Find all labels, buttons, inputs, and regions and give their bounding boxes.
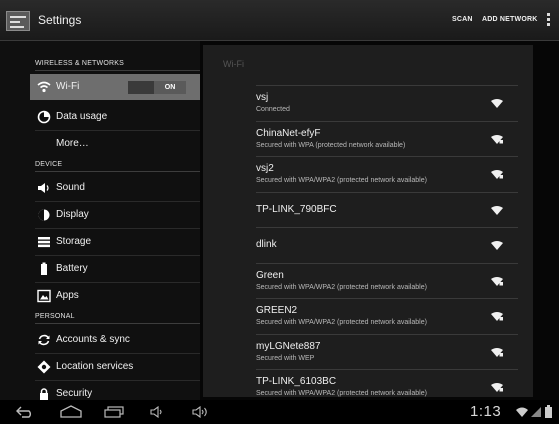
settings-sidebar: WIRELESS & NETWORKS Wi-Fi ON Data usage … xyxy=(0,41,200,400)
section-header-wireless: WIRELESS & NETWORKS xyxy=(35,60,124,67)
sidebar-item-location[interactable]: Location services xyxy=(30,354,200,380)
network-name: myLGNete887 xyxy=(256,340,321,352)
add-network-button[interactable]: ADD NETWORK xyxy=(482,16,537,23)
sidebar-item-apps[interactable]: Apps xyxy=(30,283,200,309)
sidebar-item-label: Location services xyxy=(56,361,134,372)
scan-button[interactable]: SCAN xyxy=(452,16,473,23)
wifi-status-icon xyxy=(516,407,528,417)
apps-icon xyxy=(37,289,51,303)
section-header-device: DEVICE xyxy=(35,161,63,168)
network-name: TP-LINK_790BFC xyxy=(256,203,337,215)
data-usage-icon xyxy=(37,110,51,124)
clock: 1:13 xyxy=(470,403,502,420)
page-title: Settings xyxy=(38,13,82,27)
sidebar-item-label: Storage xyxy=(56,236,92,247)
network-status: Secured with WPA (protected network avai… xyxy=(256,141,406,149)
back-icon[interactable] xyxy=(16,406,34,418)
wifi-network-row[interactable]: vsj2 Secured with WPA/WPA2 (protected net… xyxy=(256,156,518,191)
panel-title: Wi-Fi xyxy=(223,59,244,69)
system-nav-bar: 1:13 xyxy=(0,400,559,424)
sync-icon xyxy=(38,334,50,346)
network-name: ChinaNet-efyF xyxy=(256,127,321,139)
sidebar-item-sound[interactable]: Sound xyxy=(30,175,200,201)
battery-status-icon xyxy=(545,405,552,418)
storage-icon xyxy=(38,237,50,248)
network-name: vsj2 xyxy=(256,163,274,174)
wifi-signal-locked-icon xyxy=(491,347,503,357)
network-status: Secured with WEP xyxy=(256,354,315,362)
wifi-network-row[interactable]: myLGNete887 Secured with WEP xyxy=(256,334,518,369)
network-name: Green xyxy=(256,269,284,281)
sidebar-item-more[interactable]: More… xyxy=(30,131,200,157)
battery-icon xyxy=(41,262,47,275)
wifi-network-row[interactable]: TP-LINK_6103BC Secured with WPA/WPA2 (pro… xyxy=(256,369,518,397)
network-status: Secured with WPA/WPA2 (protected network… xyxy=(256,283,427,291)
wifi-signal-locked-icon xyxy=(491,312,503,321)
sidebar-item-accounts-sync[interactable]: Accounts & sync xyxy=(30,327,200,353)
sidebar-item-label: Data usage xyxy=(56,111,108,122)
wifi-signal-locked-icon xyxy=(491,170,503,179)
sound-icon xyxy=(38,183,49,193)
sidebar-item-label: Display xyxy=(56,209,89,220)
sidebar-item-battery[interactable]: Battery xyxy=(30,256,200,282)
wifi-network-row[interactable]: GREEN2 Secured with WPA/WPA2 (protected n… xyxy=(256,298,518,333)
display-icon xyxy=(38,209,50,221)
home-icon[interactable] xyxy=(60,405,82,418)
wifi-signal-locked-icon xyxy=(491,276,503,286)
location-icon xyxy=(37,360,51,374)
overflow-menu-icon[interactable] xyxy=(547,13,550,28)
sidebar-item-wifi[interactable]: Wi-Fi ON xyxy=(30,74,200,100)
wifi-signal-locked-icon xyxy=(491,134,503,144)
sidebar-item-security[interactable]: Security xyxy=(30,381,200,400)
sidebar-item-label: Wi-Fi xyxy=(56,81,80,92)
wifi-signal-locked-icon xyxy=(491,383,503,392)
wifi-toggle-state: ON xyxy=(154,81,186,94)
wifi-network-row[interactable]: dlink xyxy=(256,227,518,262)
wifi-signal-icon xyxy=(491,205,503,215)
network-status: Secured with WPA/WPA2 (protected network… xyxy=(256,177,427,184)
sidebar-item-label: Sound xyxy=(56,182,85,193)
network-name: TP-LINK_6103BC xyxy=(256,376,337,387)
section-header-personal: PERSONAL xyxy=(35,313,75,320)
sidebar-item-display[interactable]: Display xyxy=(30,202,200,228)
lock-icon xyxy=(40,388,48,400)
wifi-network-row[interactable]: ChinaNet-efyF Secured with WPA (protected… xyxy=(256,121,518,156)
network-name: dlink xyxy=(256,239,277,250)
network-status: Secured with WPA/WPA2 (protected network… xyxy=(256,390,427,397)
sidebar-item-label: Accounts & sync xyxy=(56,334,130,345)
wifi-icon xyxy=(37,81,51,93)
wifi-network-row[interactable]: Green Secured with WPA/WPA2 (protected ne… xyxy=(256,263,518,298)
network-status: Secured with WPA/WPA2 (protected network… xyxy=(256,319,427,326)
wifi-network-panel: Wi-Fi vsj Connected ChinaNet-efyF Secured w… xyxy=(203,45,533,397)
wifi-signal-icon xyxy=(491,99,503,108)
volume-up-icon[interactable] xyxy=(192,406,210,418)
sidebar-item-label: More… xyxy=(56,138,89,149)
wifi-network-row[interactable]: TP-LINK_790BFC xyxy=(256,192,518,227)
wifi-network-row[interactable]: vsj Connected xyxy=(256,85,518,120)
cell-signal-icon xyxy=(531,407,541,417)
settings-icon[interactable] xyxy=(6,11,30,31)
sidebar-item-data-usage[interactable]: Data usage xyxy=(30,104,200,130)
wifi-detail-pane: Wi-Fi vsj Connected ChinaNet-efyF Secured w… xyxy=(200,41,559,400)
recents-icon[interactable] xyxy=(104,406,124,418)
action-bar: Settings SCAN ADD NETWORK xyxy=(0,0,559,41)
network-status: Connected xyxy=(256,106,290,113)
volume-down-icon[interactable] xyxy=(150,406,164,418)
sidebar-item-label: Battery xyxy=(56,263,88,274)
sidebar-item-label: Apps xyxy=(56,290,79,301)
network-name: GREEN2 xyxy=(256,305,298,316)
wifi-signal-icon xyxy=(491,241,503,250)
sidebar-item-storage[interactable]: Storage xyxy=(30,229,200,255)
network-name: vsj xyxy=(256,92,269,103)
wifi-toggle[interactable]: ON xyxy=(128,81,186,94)
sidebar-item-label: Security xyxy=(56,388,93,399)
